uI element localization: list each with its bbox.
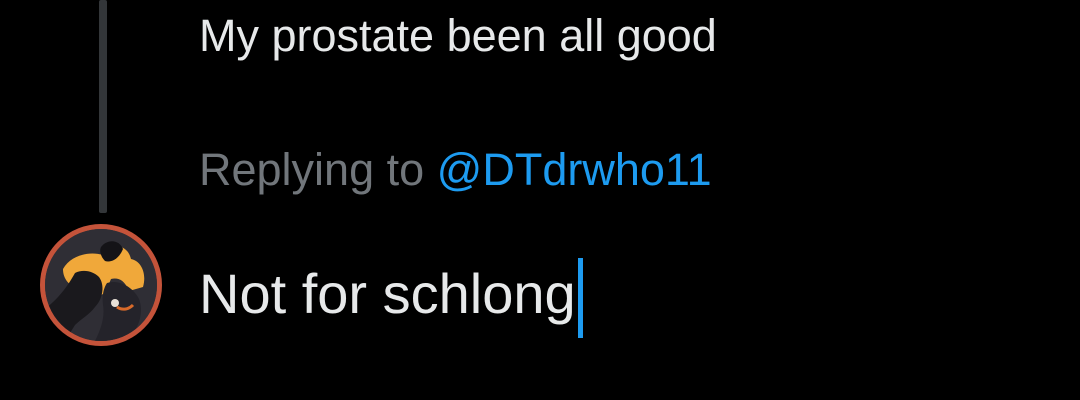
reply-compose-text: Not for schlong (199, 262, 576, 325)
text-cursor (577, 258, 583, 338)
avatar-artwork (45, 229, 157, 341)
reply-compose-field[interactable]: Not for schlong (199, 254, 583, 338)
replying-to-line: Replying to @DTdrwho11 (199, 142, 712, 198)
replying-to-prefix: Replying to (199, 144, 425, 195)
replying-to-handle-link[interactable]: @DTdrwho11 (437, 144, 712, 195)
user-avatar-icon[interactable] (40, 224, 162, 346)
parent-tweet-text: My prostate been all good (199, 10, 717, 61)
thread-connector-line (99, 0, 107, 213)
